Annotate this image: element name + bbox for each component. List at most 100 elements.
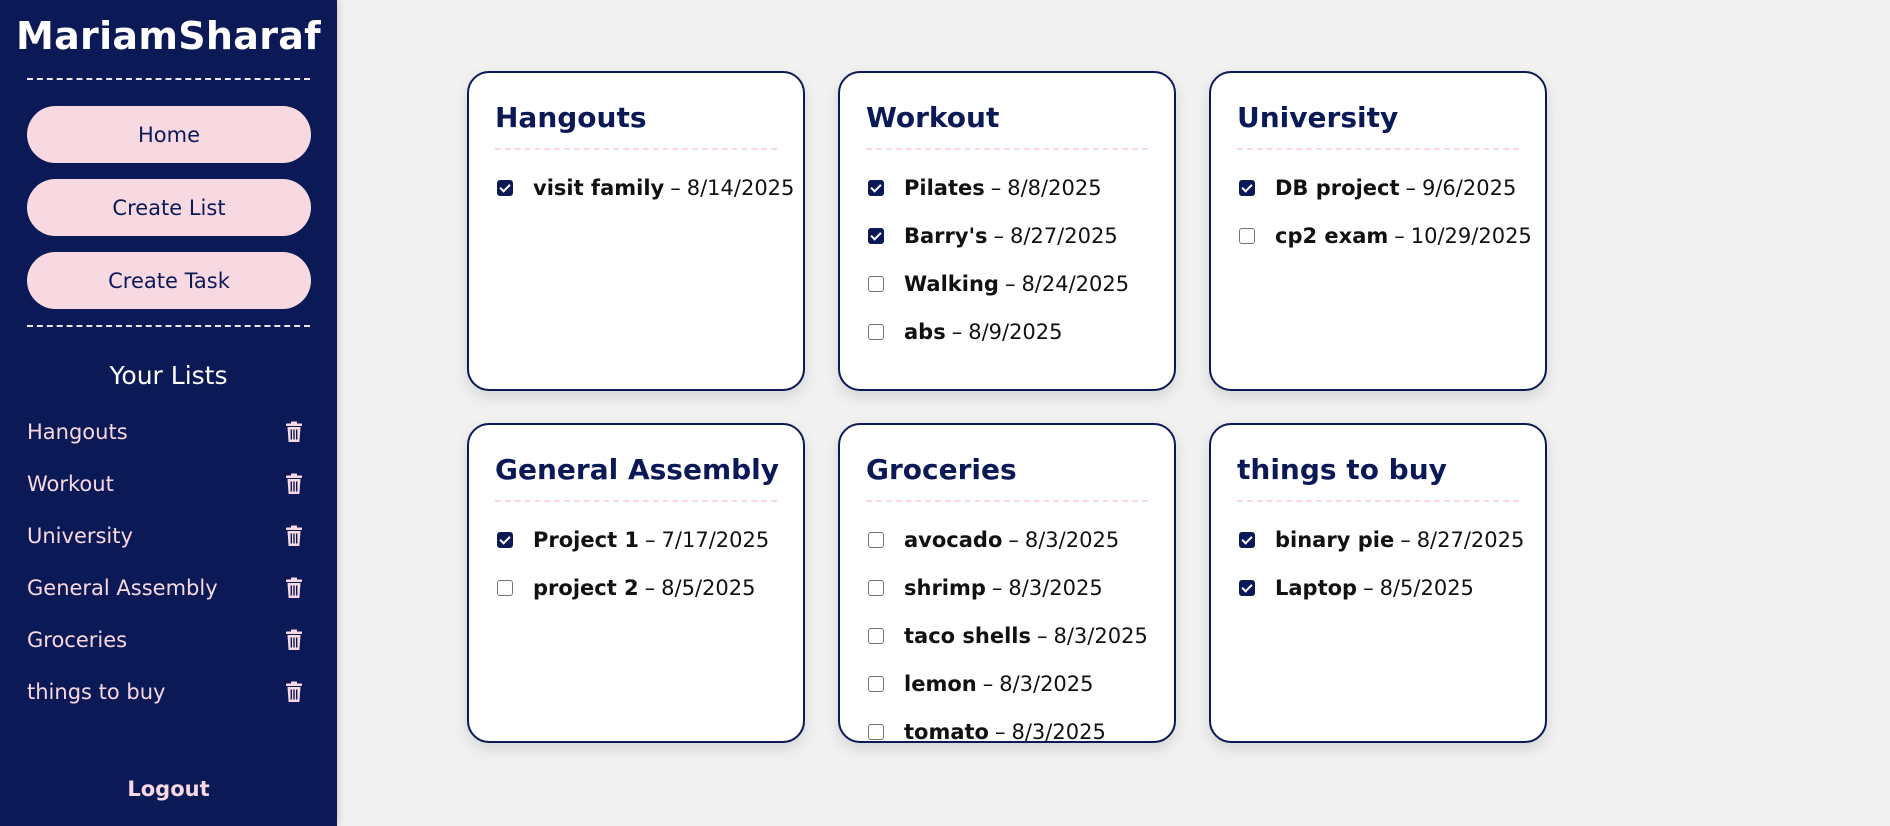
task-checkbox[interactable] [868, 532, 884, 548]
task-list: avocado –8/3/2025 shrimp –8/3/2025 taco shel… [866, 516, 1148, 743]
task-separator: – [1008, 528, 1019, 552]
sidebar-list-nav: Hangouts Workout University General Assembl… [0, 406, 337, 718]
task-separator: – [1394, 224, 1405, 248]
task-checkbox[interactable] [1239, 180, 1255, 196]
task-separator: – [993, 224, 1005, 248]
logout-button[interactable]: Logout [0, 777, 337, 801]
task-due-date: 8/3/2025 [1008, 576, 1103, 600]
task-checkbox[interactable] [868, 676, 884, 692]
sidebar-item-label[interactable]: Groceries [27, 628, 127, 652]
task-item: Pilates –8/8/2025 [866, 164, 1148, 212]
task-checkbox[interactable] [868, 324, 884, 340]
create-list-button[interactable]: Create List [27, 179, 311, 236]
sidebar-item-university[interactable]: University [0, 510, 337, 562]
task-name: tomato [904, 720, 989, 743]
task-name: taco shells [904, 624, 1031, 648]
list-card-title: General Assembly [495, 453, 779, 502]
sidebar-item-label[interactable]: things to buy [27, 680, 165, 704]
task-checkbox[interactable] [497, 180, 513, 196]
task-separator: – [1036, 624, 1048, 648]
task-checkbox[interactable] [868, 276, 884, 292]
task-name: Walking [904, 272, 999, 296]
task-due-date: 8/27/2025 [1416, 528, 1525, 552]
trash-icon[interactable] [285, 577, 303, 599]
task-due-date: 7/17/2025 [661, 528, 770, 552]
brand-username: MariamSharaf [15, 14, 322, 58]
task-item: Project 1–7/17/2025 [495, 516, 777, 564]
task-item: tomato –8/3/2025 [866, 708, 1148, 743]
task-item: visit family –8/14/2025 [495, 164, 794, 212]
task-name: shrimp [904, 576, 986, 600]
sidebar: MariamSharaf Home Create List Create Tas… [0, 0, 337, 826]
task-checkbox[interactable] [497, 532, 513, 548]
task-name: lemon [904, 672, 977, 696]
task-checkbox[interactable] [1239, 532, 1255, 548]
task-due-date: 8/27/2025 [1010, 224, 1118, 248]
task-separator: – [1363, 576, 1374, 600]
task-item: lemon –8/3/2025 [866, 660, 1148, 708]
sidebar-item-label[interactable]: University [27, 524, 133, 548]
trash-icon[interactable] [285, 525, 303, 547]
list-card-title: University [1237, 101, 1519, 150]
list-card-hangouts: Hangouts visit family –8/14/2025 [467, 71, 805, 391]
task-checkbox[interactable] [868, 228, 884, 244]
home-button[interactable]: Home [27, 106, 311, 163]
task-item: shrimp –8/3/2025 [866, 564, 1148, 612]
list-card-title: Hangouts [495, 101, 777, 150]
task-separator: – [645, 528, 656, 552]
task-list: Project 1–7/17/2025 project 2–8/5/2025 [495, 516, 777, 612]
list-card-groceries: Groceries avocado –8/3/2025 shrimp –8/3/2025… [838, 423, 1176, 743]
lists-grid: Hangouts visit family –8/14/2025 Workout Pil… [467, 71, 1547, 743]
task-item: avocado –8/3/2025 [866, 516, 1148, 564]
task-due-date: 8/14/2025 [686, 176, 795, 200]
task-item: Laptop –8/5/2025 [1237, 564, 1519, 612]
sidebar-item-general-assembly[interactable]: General Assembly [0, 562, 337, 614]
task-due-date: 8/5/2025 [1379, 576, 1474, 600]
task-name: cp2 exam [1275, 224, 1389, 248]
trash-icon[interactable] [285, 681, 303, 703]
task-name: Laptop [1275, 576, 1358, 600]
list-card-title: things to buy [1237, 453, 1519, 502]
task-checkbox[interactable] [868, 180, 884, 196]
sidebar-item-label[interactable]: Hangouts [27, 420, 128, 444]
trash-icon[interactable] [285, 421, 303, 443]
task-separator: – [644, 576, 656, 600]
task-list: DB project –9/6/2025 cp2 exam –10/29/2025 [1237, 164, 1532, 260]
task-name: visit family [533, 176, 665, 200]
list-card-things-to-buy: things to buy binary pie –8/27/2025 Laptop –… [1209, 423, 1547, 743]
sidebar-item-things-to-buy[interactable]: things to buy [0, 666, 337, 718]
task-list: Pilates –8/8/2025 Barry's –8/27/2025 Walking… [866, 164, 1148, 356]
task-separator: – [990, 176, 1002, 200]
task-checkbox[interactable] [1239, 580, 1255, 596]
task-checkbox[interactable] [868, 724, 884, 740]
trash-icon[interactable] [285, 473, 303, 495]
task-due-date: 9/6/2025 [1422, 176, 1517, 200]
sidebar-item-label[interactable]: Workout [27, 472, 114, 496]
list-card-general-assembly: General Assembly Project 1–7/17/2025 proje… [467, 423, 805, 743]
sidebar-item-hangouts[interactable]: Hangouts [0, 406, 337, 458]
task-name: project 2 [533, 576, 639, 600]
task-due-date: 8/3/2025 [999, 672, 1094, 696]
task-checkbox[interactable] [868, 580, 884, 596]
task-name: Project 1 [533, 528, 640, 552]
task-checkbox[interactable] [1239, 228, 1255, 244]
list-card-title: Workout [866, 101, 1148, 150]
task-list: visit family –8/14/2025 [495, 164, 794, 212]
sidebar-item-workout[interactable]: Workout [0, 458, 337, 510]
create-task-button[interactable]: Create Task [27, 252, 311, 309]
task-due-date: 10/29/2025 [1410, 224, 1532, 248]
task-item: DB project –9/6/2025 [1237, 164, 1519, 212]
task-checkbox[interactable] [497, 580, 513, 596]
task-separator: – [670, 176, 681, 200]
task-name: avocado [904, 528, 1003, 552]
task-name: DB project [1275, 176, 1400, 200]
task-checkbox[interactable] [868, 628, 884, 644]
task-name: abs [904, 320, 946, 344]
trash-icon[interactable] [285, 629, 303, 651]
task-list: binary pie –8/27/2025 Laptop –8/5/2025 [1237, 516, 1524, 612]
task-item: abs –8/9/2025 [866, 308, 1148, 356]
task-separator: – [1400, 528, 1411, 552]
sidebar-divider [27, 325, 310, 327]
sidebar-item-groceries[interactable]: Groceries [0, 614, 337, 666]
sidebar-item-label[interactable]: General Assembly [27, 576, 218, 600]
